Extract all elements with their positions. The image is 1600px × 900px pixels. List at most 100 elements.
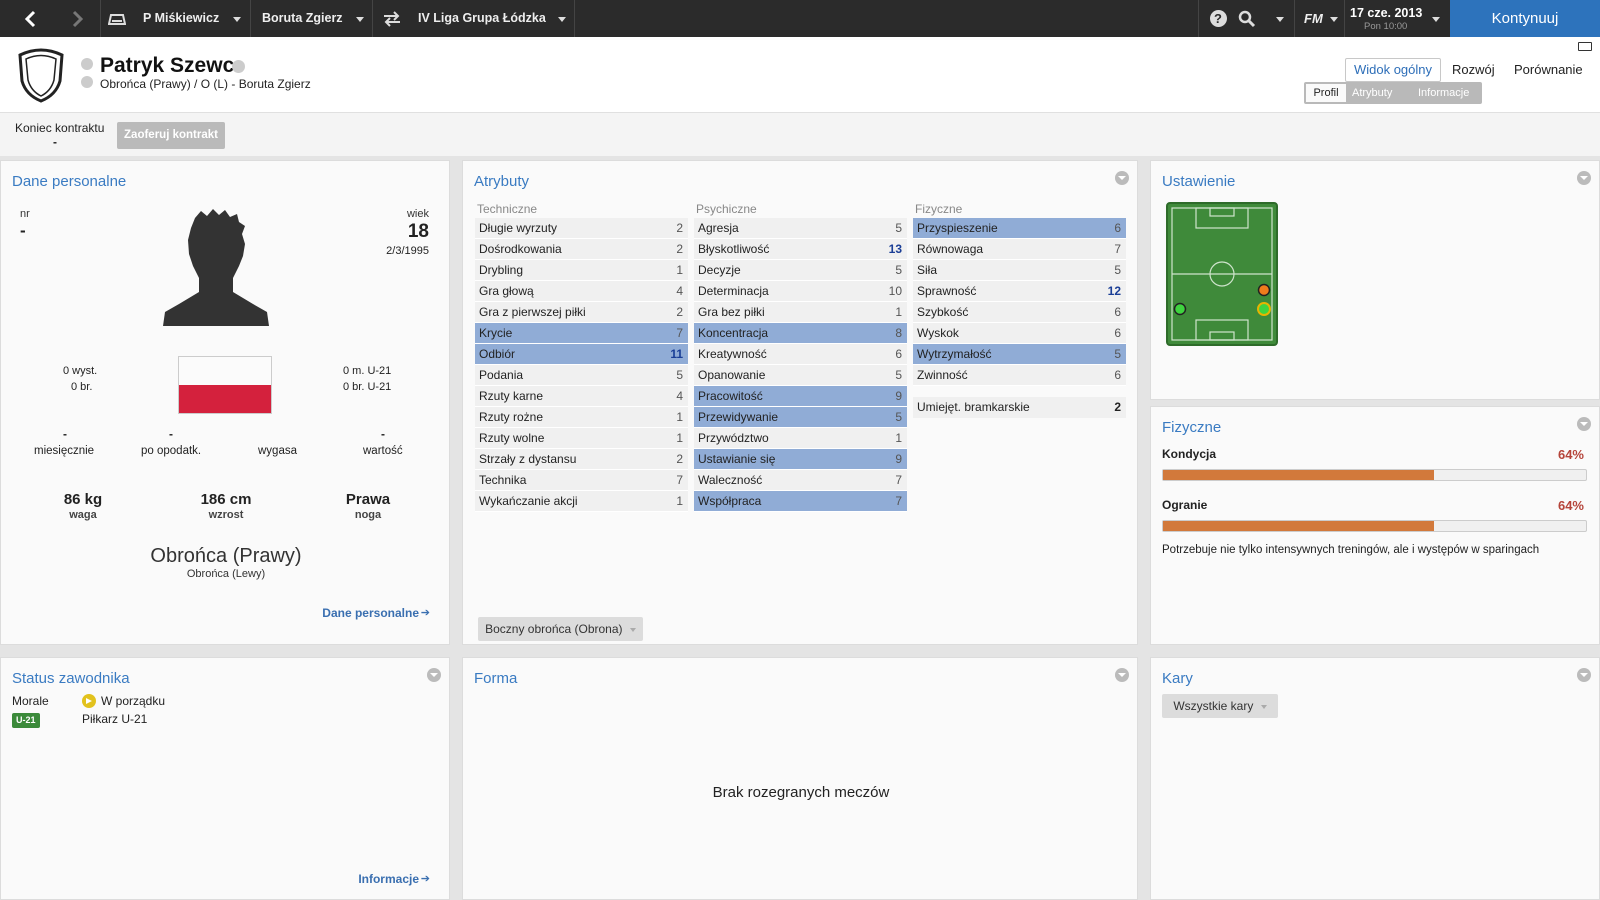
attribute-row[interactable]: Rzuty karne 4 [475, 386, 688, 407]
attribute-row[interactable]: Zwinność 6 [913, 365, 1126, 386]
date-dropdown-icon[interactable] [1432, 0, 1440, 37]
personal-details-link[interactable]: Dane personalne [322, 606, 419, 620]
attribute-row[interactable]: Rzuty wolne 1 [475, 428, 688, 449]
continue-button[interactable]: Kontynuuj [1450, 0, 1600, 37]
attribute-row[interactable]: Błyskotliwość 13 [694, 239, 907, 260]
attribute-value: 1 [676, 410, 683, 424]
mental-header: Psychiczne [696, 202, 757, 216]
attribute-row[interactable]: Szybkość 6 [913, 302, 1126, 323]
attribute-row[interactable]: Decyzje 5 [694, 260, 907, 281]
arrow-right-icon: ➔ [420, 873, 430, 885]
condition-value: 64% [1557, 447, 1584, 462]
age-label: wiek [406, 208, 429, 220]
attribute-name: Równowaga [917, 242, 984, 256]
attribute-name: Długie wyrzuty [479, 221, 558, 235]
chevron-down-icon [629, 627, 636, 632]
fm-dropdown-icon[interactable] [1330, 0, 1338, 37]
attribute-value: 7 [895, 494, 902, 508]
attribute-row[interactable]: Rzuty rożne 1 [475, 407, 688, 428]
attribute-value: 5 [895, 263, 902, 277]
bans-menu-icon[interactable] [1577, 668, 1591, 682]
tab-development[interactable]: Rozwój [1452, 62, 1495, 77]
attribute-row[interactable]: Determinacja 10 [694, 281, 907, 302]
search-icon[interactable] [1238, 0, 1260, 37]
match-fitness-label: Ogranie [1162, 498, 1208, 512]
attribute-row[interactable]: Przyspieszenie 6 [913, 218, 1126, 239]
fm-menu[interactable]: FM [1304, 0, 1323, 37]
main-position: Obrońca (Prawy) [150, 545, 302, 567]
attribute-name: Waleczność [698, 473, 763, 487]
league-dropdown-icon[interactable] [558, 0, 566, 37]
attribute-row[interactable]: Drybling 1 [475, 260, 688, 281]
attribute-row[interactable]: Krycie 7 [475, 323, 688, 344]
league-menu[interactable]: IV Liga Grupa Łódzka [418, 0, 546, 37]
attribute-row[interactable]: Siła 5 [913, 260, 1126, 281]
attribute-row[interactable]: Waleczność 7 [694, 470, 907, 491]
attribute-row[interactable]: Technika 7 [475, 470, 688, 491]
form-menu-icon[interactable] [1115, 668, 1129, 682]
position-title: Ustawienie [1162, 173, 1236, 190]
attribute-row-goalkeeping[interactable]: Umiejęt. bramkarskie 2 [913, 397, 1126, 418]
status-menu-icon[interactable] [427, 668, 441, 682]
player-menu-icon[interactable] [81, 76, 93, 88]
all-bans-label: Wszystkie kary [1173, 699, 1254, 713]
attribute-row[interactable]: Gra z pierwszej piłki 2 [475, 302, 688, 323]
fitness-title: Fizyczne [1162, 419, 1222, 436]
subtab-information[interactable]: Informacje [1418, 84, 1469, 102]
personal-title: Dane personalne [12, 173, 127, 190]
condition-label: Kondycja [1162, 447, 1217, 461]
fitness-menu-icon[interactable] [1577, 417, 1591, 431]
name-dropdown-icon[interactable] [232, 60, 245, 73]
attribute-row[interactable]: Wykańczanie akcji 1 [475, 491, 688, 512]
help-icon[interactable]: ? [1206, 0, 1230, 37]
all-bans-dropdown[interactable]: Wszystkie kary [1162, 694, 1278, 718]
attribute-row[interactable]: Pracowitość 9 [694, 386, 907, 407]
attribute-row[interactable]: Podania 5 [475, 365, 688, 386]
subtab-attributes[interactable]: Atrybuty [1352, 84, 1392, 102]
attribute-row[interactable]: Sprawność 12 [913, 281, 1126, 302]
club-menu[interactable]: Boruta Zgierz [262, 0, 343, 37]
attribute-name: Pracowitość [698, 389, 763, 403]
attribute-value: 6 [1114, 305, 1121, 319]
attribute-value: 9 [895, 389, 902, 403]
back-icon[interactable] [18, 0, 42, 37]
attribute-row[interactable]: Opanowanie 5 [694, 365, 907, 386]
position-menu-icon[interactable] [1577, 171, 1591, 185]
manager-dropdown-icon[interactable] [233, 0, 241, 37]
attribute-row[interactable]: Gra głową 4 [475, 281, 688, 302]
role-dropdown[interactable]: Boczny obrońca (Obrona) [478, 617, 643, 641]
attribute-row[interactable]: Współpraca 7 [694, 491, 907, 512]
attribute-row[interactable]: Kreatywność 6 [694, 344, 907, 365]
appearances: 0 wyst. [63, 365, 98, 377]
transfer-icon[interactable] [382, 0, 404, 37]
attribute-row[interactable]: Przywództwo 1 [694, 428, 907, 449]
attributes-panel: Atrybuty Techniczne Długie wyrzuty 2 Dośro… [462, 160, 1138, 645]
attribute-row[interactable]: Odbiór 11 [475, 344, 688, 365]
attribute-row[interactable]: Agresja 5 [694, 218, 907, 239]
subtab-profile[interactable]: Profil [1306, 84, 1346, 102]
attribute-row[interactable]: Gra bez piłki 1 [694, 302, 907, 323]
search-dropdown-icon[interactable] [1276, 0, 1284, 37]
manager-name[interactable]: P Miśkiewicz [143, 0, 219, 37]
attribute-row[interactable]: Strzały z dystansu 2 [475, 449, 688, 470]
attribute-row[interactable]: Koncentracja 8 [694, 323, 907, 344]
foot-value: Prawa [345, 491, 391, 508]
attribute-row[interactable]: Równowaga 7 [913, 239, 1126, 260]
club-dropdown-icon[interactable] [356, 0, 364, 37]
attribute-row[interactable]: Przewidywanie 5 [694, 407, 907, 428]
attribute-row[interactable]: Dośrodkowania 2 [475, 239, 688, 260]
information-link[interactable]: Informacje [358, 872, 419, 886]
tab-overview[interactable]: Widok ogólny [1345, 58, 1441, 82]
attribute-row[interactable]: Ustawianie się 9 [694, 449, 907, 470]
attribute-value: 6 [1114, 221, 1121, 235]
wage-after-tax-label: po opodatk. [141, 445, 202, 457]
attribute-row[interactable]: Wytrzymałość 5 [913, 344, 1126, 365]
attributes-menu-icon[interactable] [1115, 171, 1129, 185]
offer-contract-button[interactable]: Zaoferuj kontrakt [117, 122, 225, 149]
attribute-row[interactable]: Wyskok 6 [913, 323, 1126, 344]
star-icon[interactable] [81, 58, 93, 70]
forward-icon[interactable] [66, 0, 90, 37]
player-header: Patryk Szewc Obrońca (Prawy) / O (L) - B… [0, 37, 1600, 113]
attribute-row[interactable]: Długie wyrzuty 2 [475, 218, 688, 239]
tab-comparison[interactable]: Porównanie [1514, 62, 1583, 77]
